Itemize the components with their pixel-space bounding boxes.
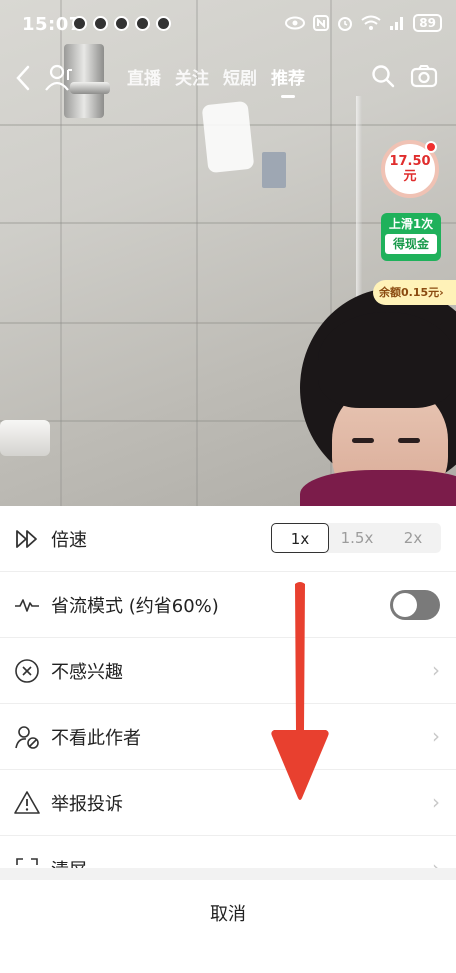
notification-app-icon (72, 16, 87, 31)
user-profile-icon[interactable] (44, 62, 74, 92)
camera-icon[interactable] (410, 64, 438, 88)
down-arrow-icon (271, 582, 329, 800)
child-shirt (300, 470, 456, 506)
swipe-reward-badge[interactable]: 上滑1次 得现金 (381, 213, 441, 261)
hide-author-row[interactable]: 不看此作者 › (0, 704, 456, 770)
back-icon[interactable] (14, 64, 34, 92)
chevron-right-icon: › (432, 724, 440, 748)
divider-bar (0, 868, 456, 880)
top-nav: 直播 关注 短剧 推荐 (0, 52, 456, 100)
status-bar: 15:07 89 (0, 0, 456, 48)
nfc-icon (313, 15, 330, 31)
get-cash-text: 得现金 (385, 234, 437, 254)
search-icon[interactable] (371, 64, 395, 88)
warning-icon (14, 791, 40, 814)
tab-recommended[interactable]: 推荐 (271, 64, 305, 98)
speed-selector: 1x 1.5x 2x (271, 523, 441, 553)
notification-app-icon (114, 16, 129, 31)
signal-icon (390, 17, 404, 30)
data-saver-label: 省流模式 (约省60%) (51, 596, 219, 617)
cancel-button[interactable]: 取消 (0, 880, 456, 950)
chevron-right-icon: › (439, 286, 444, 299)
speed-row: 倍速 1x 1.5x 2x (0, 506, 456, 572)
not-interested-label: 不感兴趣 (51, 662, 123, 683)
tab-following[interactable]: 关注 (175, 64, 209, 89)
chevron-right-icon: › (432, 658, 440, 682)
feed-tabs: 直播 关注 短剧 推荐 (127, 64, 305, 98)
options-sheet: 倍速 1x 1.5x 2x 省流模式 (约省60%) 不感兴趣 › 不看此作者 … (0, 506, 456, 973)
balance-pill[interactable]: 余额0.15元› (373, 280, 456, 305)
speed-option-1-5x[interactable]: 1.5x (329, 523, 385, 553)
pulse-icon (15, 599, 39, 612)
speed-label: 倍速 (51, 530, 87, 551)
toggle-knob (393, 593, 417, 617)
eye-icon (285, 16, 306, 30)
wifi-icon (361, 15, 381, 30)
tab-short-drama[interactable]: 短剧 (223, 64, 257, 89)
chevron-right-icon: › (432, 790, 440, 814)
balance-text: 余额0.15元 (379, 286, 440, 299)
wall-sticker (201, 100, 255, 174)
clear-screen-row[interactable]: 清屏 › (0, 836, 456, 872)
child-fringe (318, 312, 456, 408)
battery-icon: 89 (413, 14, 442, 32)
report-row[interactable]: 举报投诉 › (0, 770, 456, 836)
close-circle-icon (15, 659, 39, 683)
block-user-icon (15, 726, 39, 749)
speed-option-2x[interactable]: 2x (385, 523, 441, 553)
reward-amount: 17.50 (389, 154, 431, 169)
cash-reward-coin[interactable]: 17.50 元 (381, 140, 439, 198)
notification-app-icon (93, 16, 108, 31)
notification-dot (425, 141, 437, 153)
reward-unit: 元 (403, 169, 417, 184)
data-saver-row: 省流模式 (约省60%) (0, 572, 456, 638)
notification-app-icon (156, 16, 171, 31)
data-saver-toggle[interactable] (390, 590, 440, 620)
swipe-reward-text: 上滑1次 (388, 217, 434, 231)
child-eye (352, 438, 374, 443)
tab-live[interactable]: 直播 (127, 64, 161, 89)
soap-dish (0, 420, 50, 456)
child-eye (398, 438, 420, 443)
wall-hook (262, 152, 286, 188)
hide-author-label: 不看此作者 (51, 728, 141, 749)
alarm-icon (338, 17, 353, 31)
fast-forward-icon (16, 530, 37, 548)
not-interested-row[interactable]: 不感兴趣 › (0, 638, 456, 704)
report-label: 举报投诉 (51, 794, 123, 815)
notification-app-icon (135, 16, 150, 31)
speed-option-1x[interactable]: 1x (271, 523, 329, 553)
